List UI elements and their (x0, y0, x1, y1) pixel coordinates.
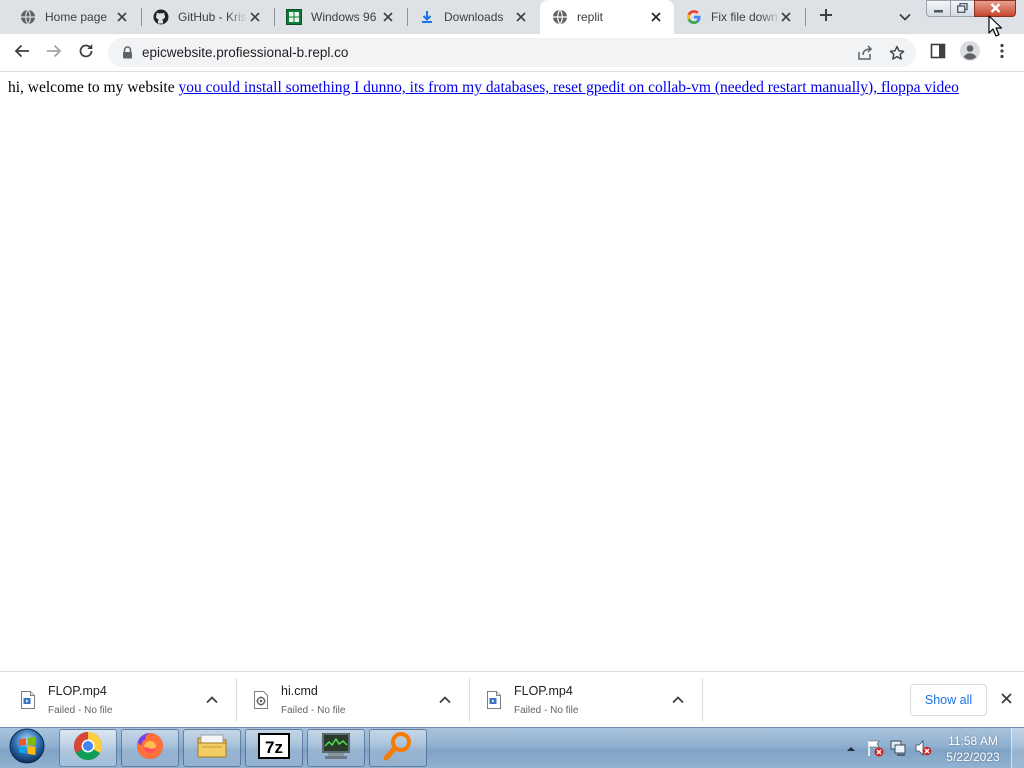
side-panel-button[interactable] (924, 39, 952, 67)
download-separator (702, 678, 703, 722)
download-filename: FLOP.mp4 (514, 684, 573, 698)
chrome-icon (73, 731, 103, 766)
tab-replit[interactable]: replit (540, 0, 674, 34)
file-explorer-icon (196, 732, 228, 765)
action-center-icon[interactable] (866, 739, 884, 757)
restore-button[interactable] (950, 0, 975, 17)
share-icon[interactable] (856, 44, 874, 62)
menu-button[interactable] (988, 39, 1016, 67)
tab-windows-96[interactable]: Windows 96 (274, 0, 406, 34)
web-page: hi, welcome to my website you could inst… (0, 72, 1024, 671)
download-icon (419, 9, 435, 25)
tab-github[interactable]: GitHub - Kris (141, 0, 273, 34)
globe-icon (20, 9, 36, 25)
download-item[interactable]: FLOP.mp4 Failed - No file (0, 678, 232, 722)
firefox-icon (135, 731, 165, 766)
arrow-right-icon (46, 43, 62, 64)
network-icon[interactable] (890, 739, 908, 757)
video-file-icon (486, 691, 502, 709)
google-icon (686, 9, 702, 25)
show-desktop-button[interactable] (1011, 728, 1024, 768)
reload-icon (78, 43, 94, 64)
side-panel-icon (930, 43, 946, 64)
close-icon[interactable] (648, 9, 664, 25)
chevron-up-icon[interactable] (670, 692, 686, 708)
download-filename: hi.cmd (281, 684, 318, 698)
clock-time: 11:58 AM (948, 734, 998, 748)
download-item[interactable]: hi.cmd Failed - No file (233, 678, 465, 722)
taskbar-7zip[interactable]: 7z (245, 729, 303, 767)
search-app-icon (382, 730, 414, 767)
taskbar-firefox[interactable] (121, 729, 179, 767)
url-text[interactable]: epicwebsite.profiessional-b.repl.co (142, 45, 348, 60)
mouse-cursor-icon (988, 15, 1003, 37)
tab-title: GitHub - Kris (178, 10, 247, 24)
download-item[interactable]: FLOP.mp4 Failed - No file (466, 678, 698, 722)
chevron-up-icon[interactable] (204, 692, 220, 708)
show-all-button[interactable]: Show all (910, 684, 987, 716)
volume-muted-icon[interactable] (914, 739, 932, 757)
download-filename: FLOP.mp4 (48, 684, 107, 698)
arrow-left-icon (14, 43, 30, 64)
lock-icon[interactable] (120, 46, 134, 60)
download-shelf: FLOP.mp4 Failed - No file hi.cmd Failed … (0, 671, 1024, 727)
start-button[interactable] (6, 728, 48, 768)
tab-downloads[interactable]: Downloads (407, 0, 539, 34)
close-icon[interactable] (778, 9, 794, 25)
close-icon[interactable] (114, 9, 130, 25)
chevron-up-icon[interactable] (437, 692, 453, 708)
browser-toolbar: epicwebsite.profiessional-b.repl.co (0, 34, 1024, 72)
forward-button[interactable] (40, 39, 68, 67)
bookmark-star-icon[interactable] (888, 44, 906, 62)
address-bar[interactable]: epicwebsite.profiessional-b.repl.co (108, 38, 916, 67)
download-status: Failed - No file (281, 705, 346, 716)
system-clock[interactable]: 11:58 AM 5/22/2023 (940, 733, 1006, 765)
minimize-icon (934, 0, 943, 18)
window-controls (926, 0, 1016, 17)
taskbar-chrome[interactable] (59, 729, 117, 767)
minimize-button[interactable] (926, 0, 951, 17)
github-icon (153, 9, 169, 25)
download-status: Failed - No file (514, 705, 579, 716)
taskbar-file-explorer[interactable] (183, 729, 241, 767)
tab-search-button[interactable] (895, 7, 915, 27)
restore-icon (957, 0, 968, 18)
video-file-icon (20, 691, 36, 709)
reload-button[interactable] (72, 39, 100, 67)
new-tab-button[interactable] (815, 6, 837, 28)
plus-icon (819, 8, 833, 27)
tab-strip: Home page GitHub - Kris Windows 96 Downl… (0, 0, 1024, 34)
more-vert-icon (1000, 43, 1004, 64)
globe-icon (552, 9, 568, 25)
svg-text:7z: 7z (265, 738, 283, 757)
taskbar: 7z 11:58 AM 5/22/2023 (0, 727, 1024, 768)
tab-title: Fix file down (711, 10, 778, 24)
close-icon[interactable] (513, 9, 529, 25)
script-file-icon (253, 691, 269, 709)
clock-date: 5/22/2023 (946, 750, 1000, 764)
chevron-down-icon (899, 8, 911, 26)
back-button[interactable] (8, 39, 36, 67)
7zip-icon: 7z (258, 732, 290, 764)
windows-logo-icon (8, 727, 46, 768)
tab-fix-file-download[interactable]: Fix file down (674, 0, 804, 34)
profile-button[interactable] (956, 39, 984, 67)
chevron-up-icon (846, 739, 856, 757)
tray-overflow-button[interactable] (845, 742, 857, 754)
greeting-text: hi, welcome to my website (8, 79, 175, 96)
close-shelf-button[interactable] (997, 691, 1015, 709)
windows96-icon (286, 9, 302, 25)
taskbar-search-app[interactable] (369, 729, 427, 767)
close-icon[interactable] (380, 9, 396, 25)
tab-separator (805, 8, 806, 26)
page-link[interactable]: you could install something I dunno, its… (178, 79, 958, 96)
tab-home-page[interactable]: Home page (8, 0, 140, 34)
close-icon[interactable] (247, 9, 263, 25)
avatar-icon (960, 40, 980, 66)
download-status: Failed - No file (48, 705, 113, 716)
task-manager-icon (320, 732, 352, 765)
taskbar-task-manager[interactable] (307, 729, 365, 767)
close-icon (1000, 691, 1012, 709)
page-body-text: hi, welcome to my website you could inst… (8, 79, 959, 97)
